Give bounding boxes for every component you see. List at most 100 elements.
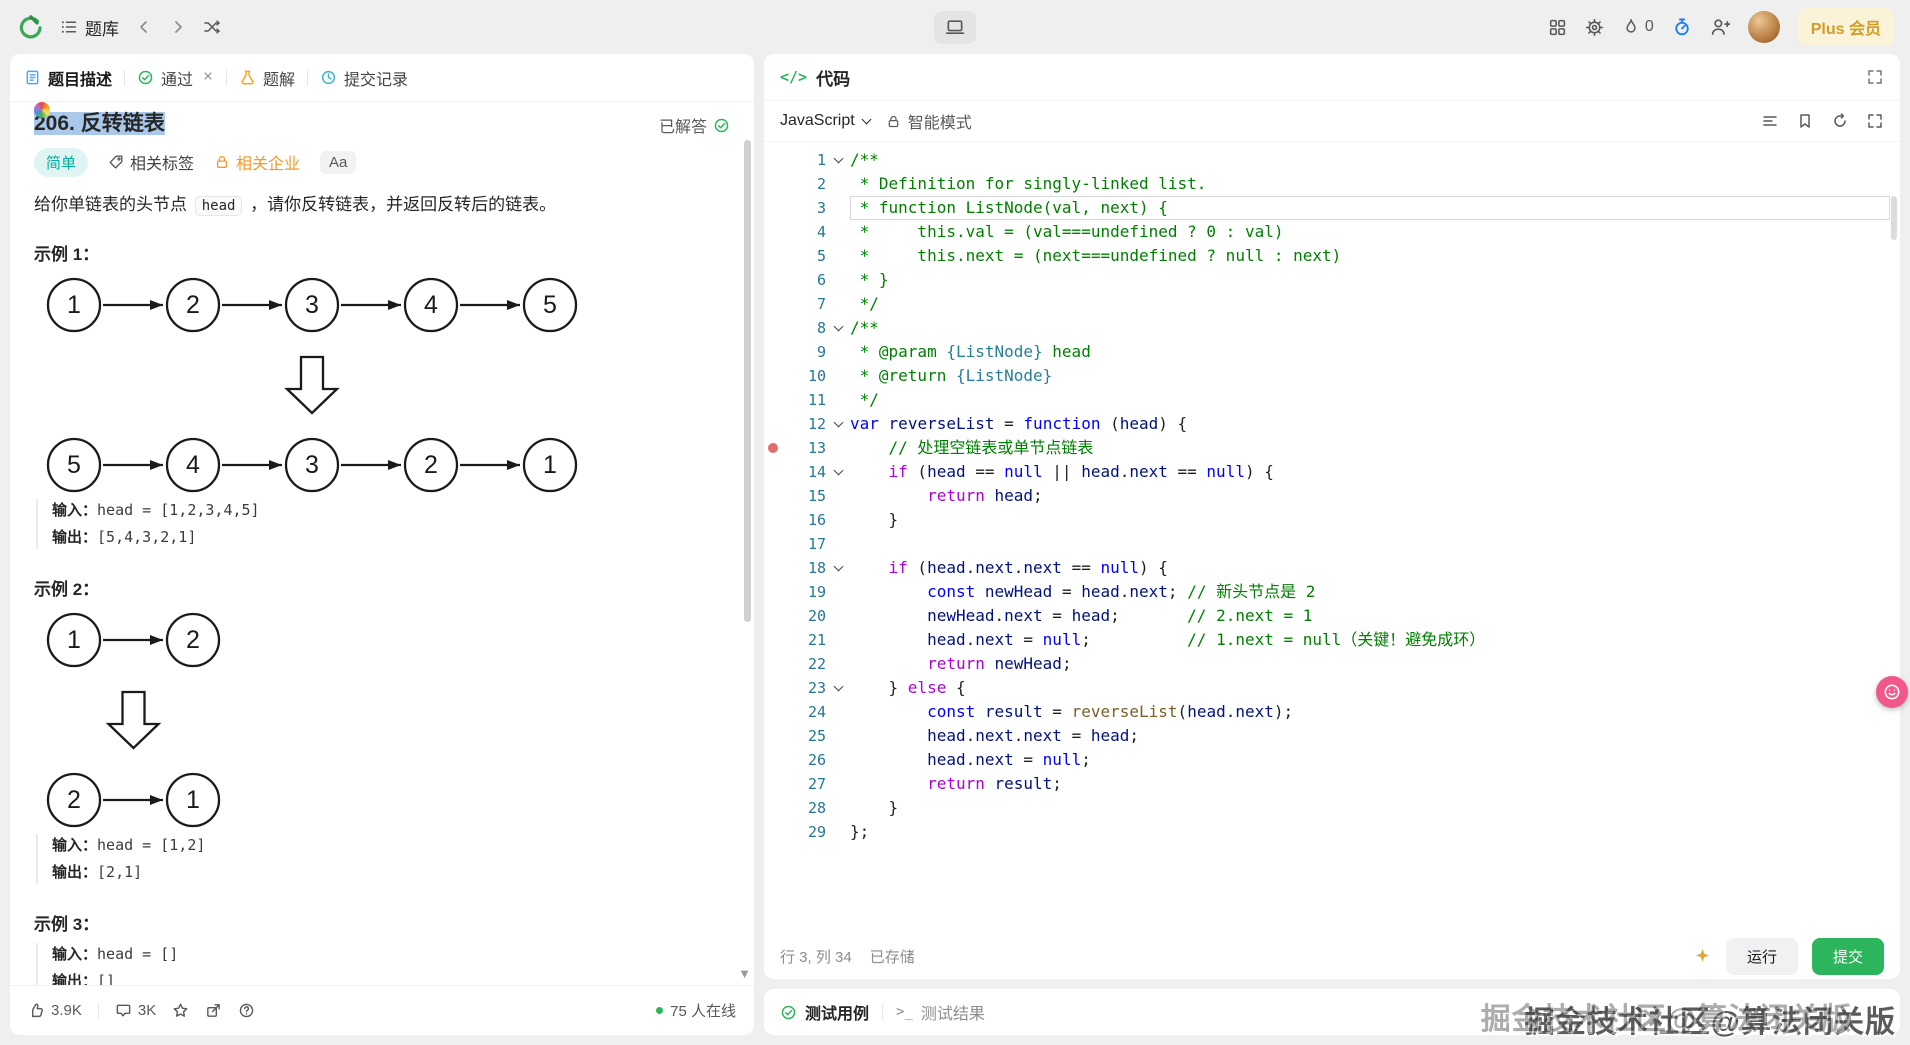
code-line[interactable]: 6 * } bbox=[764, 268, 1900, 292]
gutter-margin[interactable] bbox=[764, 580, 782, 604]
gutter-margin[interactable] bbox=[764, 748, 782, 772]
comments-button[interactable]: 3K bbox=[115, 1002, 156, 1019]
fold-chevron-icon[interactable] bbox=[826, 676, 850, 700]
code-line[interactable]: 18 if (head.next.next == null) { bbox=[764, 556, 1900, 580]
code-line[interactable]: 14 if (head == null || head.next == null… bbox=[764, 460, 1900, 484]
gutter-margin[interactable] bbox=[764, 556, 782, 580]
gutter-margin[interactable] bbox=[764, 820, 782, 844]
breakpoint-dot[interactable] bbox=[764, 436, 782, 460]
code-line[interactable]: 25 head.next.next = head; bbox=[764, 724, 1900, 748]
apps-grid-icon[interactable] bbox=[1548, 18, 1567, 37]
help-button[interactable] bbox=[238, 1002, 255, 1019]
gutter-margin[interactable] bbox=[764, 772, 782, 796]
gutter-margin[interactable] bbox=[764, 292, 782, 316]
gutter-margin[interactable] bbox=[764, 364, 782, 388]
code-line[interactable]: 19 const newHead = head.next; // 新头节点是 2 bbox=[764, 580, 1900, 604]
gutter-margin[interactable] bbox=[764, 628, 782, 652]
code-line[interactable]: 1/** bbox=[764, 148, 1900, 172]
scroll-down-arrow[interactable]: ▼ bbox=[738, 966, 751, 981]
tab-accepted[interactable]: 通过 bbox=[137, 66, 214, 90]
workspace-button[interactable] bbox=[934, 11, 976, 44]
scrollbar-thumb[interactable] bbox=[744, 140, 751, 622]
gutter-margin[interactable] bbox=[764, 652, 782, 676]
tab-test-result[interactable]: >_ 测试结果 bbox=[896, 1000, 985, 1024]
tab-solutions[interactable]: 题解 bbox=[239, 66, 295, 90]
gutter-margin[interactable] bbox=[764, 700, 782, 724]
gutter-margin[interactable] bbox=[764, 148, 782, 172]
run-button[interactable]: 运行 bbox=[1726, 938, 1798, 975]
code-line[interactable]: 21 head.next = null; // 1.next = null（关键… bbox=[764, 628, 1900, 652]
reset-icon[interactable] bbox=[1831, 112, 1849, 130]
code-line[interactable]: 5 * this.next = (next===undefined ? null… bbox=[764, 244, 1900, 268]
code-editor[interactable]: 1/**2 * Definition for singly-linked lis… bbox=[764, 142, 1900, 933]
gutter-margin[interactable] bbox=[764, 196, 782, 220]
format-icon[interactable] bbox=[1761, 112, 1779, 130]
tab-description[interactable]: 题目描述 bbox=[24, 66, 112, 90]
submit-button[interactable]: 提交 bbox=[1812, 938, 1884, 975]
fold-chevron-icon[interactable] bbox=[826, 412, 850, 436]
share-button[interactable] bbox=[205, 1002, 222, 1019]
code-line[interactable]: 15 return head; bbox=[764, 484, 1900, 508]
code-line[interactable]: 8/** bbox=[764, 316, 1900, 340]
fold-chevron-icon[interactable] bbox=[826, 460, 850, 484]
code-line[interactable]: 2 * Definition for singly-linked list. bbox=[764, 172, 1900, 196]
expand-icon[interactable] bbox=[1866, 112, 1884, 130]
code-line[interactable]: 7 */ bbox=[764, 292, 1900, 316]
invite-user-icon[interactable] bbox=[1710, 17, 1730, 37]
streak-counter[interactable]: 0 bbox=[1622, 18, 1654, 36]
gutter-margin[interactable] bbox=[764, 676, 782, 700]
app-logo[interactable] bbox=[16, 13, 44, 41]
code-line[interactable]: 22 return newHead; bbox=[764, 652, 1900, 676]
gutter-margin[interactable] bbox=[764, 796, 782, 820]
plus-membership-button[interactable]: Plus 会员 bbox=[1798, 8, 1894, 46]
star-button[interactable] bbox=[172, 1002, 189, 1019]
code-line[interactable]: 24 const result = reverseList(head.next)… bbox=[764, 700, 1900, 724]
tab-testcase[interactable]: 测试用例 bbox=[780, 1000, 869, 1024]
fold-chevron-icon[interactable] bbox=[826, 148, 850, 172]
code-line[interactable]: 26 head.next = null; bbox=[764, 748, 1900, 772]
gutter-margin[interactable] bbox=[764, 340, 782, 364]
gutter-margin[interactable] bbox=[764, 244, 782, 268]
code-line[interactable]: 29}; bbox=[764, 820, 1900, 844]
code-line[interactable]: 4 * this.val = (val===undefined ? 0 : va… bbox=[764, 220, 1900, 244]
fold-chevron-icon[interactable] bbox=[826, 316, 850, 340]
gear-icon[interactable] bbox=[1585, 18, 1604, 37]
difficulty-badge[interactable]: 简单 bbox=[34, 148, 88, 177]
editor-scrollbar-thumb[interactable] bbox=[1891, 196, 1897, 240]
gutter-margin[interactable] bbox=[764, 604, 782, 628]
code-line[interactable]: 16 } bbox=[764, 508, 1900, 532]
forward-icon[interactable] bbox=[169, 18, 187, 36]
code-line[interactable]: 28 } bbox=[764, 796, 1900, 820]
code-line[interactable]: 20 newHead.next = head; // 2.next = 1 bbox=[764, 604, 1900, 628]
gutter-margin[interactable] bbox=[764, 460, 782, 484]
code-line[interactable]: 13 // 处理空链表或单节点链表 bbox=[764, 436, 1900, 460]
gutter-margin[interactable] bbox=[764, 484, 782, 508]
gutter-margin[interactable] bbox=[764, 724, 782, 748]
smart-mode-toggle[interactable]: 智能模式 bbox=[886, 109, 972, 133]
timer-icon[interactable] bbox=[1672, 17, 1692, 37]
gutter-margin[interactable] bbox=[764, 532, 782, 556]
related-companies-button[interactable]: 相关企业 bbox=[214, 150, 300, 174]
back-icon[interactable] bbox=[135, 18, 153, 36]
gutter-margin[interactable] bbox=[764, 388, 782, 412]
gutter-margin[interactable] bbox=[764, 508, 782, 532]
like-button[interactable]: 3.9K bbox=[28, 1002, 82, 1019]
tab-submissions[interactable]: 提交记录 bbox=[320, 66, 408, 90]
gutter-margin[interactable] bbox=[764, 172, 782, 196]
gutter-margin[interactable] bbox=[764, 412, 782, 436]
close-icon[interactable] bbox=[202, 69, 214, 87]
fold-chevron-icon[interactable] bbox=[826, 556, 850, 580]
sparkle-icon[interactable] bbox=[1693, 947, 1712, 966]
problem-list-button[interactable]: 题库 bbox=[60, 15, 119, 40]
code-line[interactable]: 10 * @return {ListNode} bbox=[764, 364, 1900, 388]
bookmark-icon[interactable] bbox=[1796, 112, 1814, 130]
code-line[interactable]: 11 */ bbox=[764, 388, 1900, 412]
language-selector[interactable]: JavaScript bbox=[780, 112, 870, 130]
gutter-margin[interactable] bbox=[764, 220, 782, 244]
user-avatar[interactable] bbox=[1748, 11, 1780, 43]
fullscreen-icon[interactable] bbox=[1866, 68, 1884, 86]
shuffle-icon[interactable] bbox=[203, 18, 221, 36]
code-line[interactable]: 23 } else { bbox=[764, 676, 1900, 700]
code-line[interactable]: 17 bbox=[764, 532, 1900, 556]
code-line[interactable]: 27 return result; bbox=[764, 772, 1900, 796]
